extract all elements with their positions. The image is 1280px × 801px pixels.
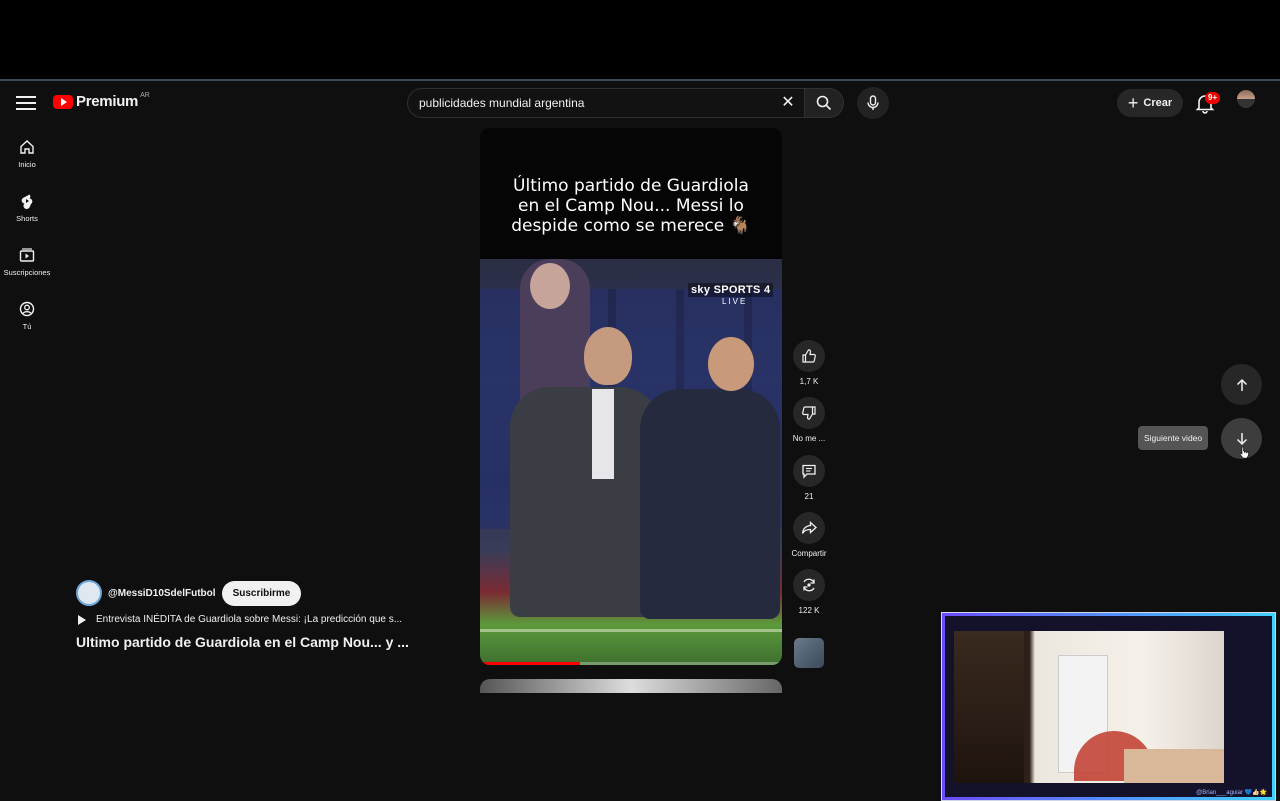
video-progress-bar[interactable] [480,662,782,665]
search-box: ✕ [407,88,805,118]
sidebar-item-label: Shorts [16,214,38,223]
share-label: Compartir [791,548,827,558]
plus-icon: + [1127,93,1139,113]
sidebar-item-home[interactable]: Inicio [0,129,54,183]
search-button[interactable] [804,88,844,118]
remix-count: 122 K [798,606,820,616]
remix-button[interactable] [793,569,825,602]
background-person-head [530,263,570,309]
video-caption-area: Último partido de Guardiola en el Camp N… [480,128,782,259]
dislike-label: No me ... [792,434,826,444]
caption-line: despide como se merece 🐐 [511,215,751,236]
clear-search-icon[interactable]: ✕ [780,95,796,111]
streamer-figure [954,631,1024,783]
short-title[interactable]: Ultimo partido de Guardiola en el Camp N… [76,634,409,650]
dislike-action: No me ... [786,397,832,454]
account-avatar[interactable] [1237,90,1255,108]
create-button[interactable]: + Crear [1117,89,1183,117]
related-video-title: Entrevista INÉDITA de Guardiola sobre Me… [96,614,403,625]
next-video-tooltip: Siguiente video [1138,426,1209,450]
screen-top-letterbox [0,0,1280,79]
subscriptions-icon [19,248,35,262]
channel-handle[interactable]: @MessiD10SdelFutbol [108,588,216,599]
sidebar-item-subscriptions[interactable]: Suscripciones [0,237,54,291]
webcam-feed [954,631,1224,783]
video-footage: sky SPORTS 4 LIVE [480,259,782,665]
subscribe-button[interactable]: Suscribirme [221,580,302,606]
video-progress-fill [480,662,580,665]
voice-search-button[interactable] [857,87,889,119]
caption-line: en el Camp Nou... Messi lo [518,195,744,216]
mini-guide: Inicio Shorts Suscripciones Tú [0,129,54,345]
arrow-down-icon [1236,432,1247,445]
sidebar-item-label: Tú [22,322,32,331]
sidebar-item-shorts[interactable]: Shorts [0,183,54,237]
create-label: Crear [1143,97,1173,109]
you-icon [19,301,35,317]
caption-line: Último partido de Guardiola [513,175,749,196]
like-button[interactable] [793,340,825,372]
shorts-icon [21,194,33,209]
share-action: Compartir [786,511,832,569]
related-video-link[interactable]: Entrevista INÉDITA de Guardiola sobre Me… [78,614,402,625]
broadcaster-live-label: LIVE [722,297,748,306]
next-short-preview[interactable] [480,679,782,693]
webcam-overlay: @Brian___aguiar 💙👍🏻🌟 [941,612,1276,801]
notification-count-badge: 9+ [1205,92,1221,104]
home-icon [20,140,34,154]
microphone-icon [867,95,879,110]
coach-figure [510,387,660,617]
webcam-handle: @Brian___aguiar 💙👍🏻🌟 [1196,790,1267,796]
remix-action: 122 K [786,569,832,626]
previous-video-button[interactable] [1221,364,1262,405]
short-video-player[interactable]: Último partido de Guardiola en el Camp N… [480,128,782,665]
youtube-logo-icon [53,94,73,109]
broadcaster-logo: sky SPORTS 4 [688,283,774,297]
like-count: 1,7 K [799,377,819,386]
logo-text: Premium [76,93,139,110]
arrow-up-icon [1236,378,1247,391]
channel-row: @MessiD10SdelFutbol Suscribirme [76,580,302,606]
coach-shirt [592,389,614,479]
comments-action: 21 [786,454,832,512]
youtube-app: Premium AR ✕ + Crear 9+ Inicio Sho [0,79,1280,801]
search-input[interactable] [419,89,769,117]
video-caption: Último partido de Guardiola en el Camp N… [511,176,751,236]
thumbs-down-icon [802,406,816,420]
coach-head [584,327,632,385]
dislike-button[interactable] [793,397,825,430]
youtube-premium-logo[interactable]: Premium AR [53,92,150,110]
menu-icon[interactable] [16,93,36,111]
audio-track-thumbnail[interactable] [794,638,824,668]
masthead: Premium AR ✕ + Crear 9+ [0,81,1280,125]
like-action: 1,7 K [786,340,832,397]
sidebar-item-label: Suscripciones [3,268,51,277]
search-icon [816,95,832,111]
mouse-pointer-icon [1240,446,1249,459]
thumbs-up-icon [802,349,816,363]
logo-country-code: AR [140,92,150,99]
sidebar-item-label: Inicio [18,160,36,169]
assistant-figure [640,389,780,619]
play-icon [78,614,86,625]
assistant-head [708,337,754,391]
channel-avatar[interactable] [76,580,102,606]
comments-button[interactable] [793,454,825,487]
sidebar-item-you[interactable]: Tú [0,291,54,345]
share-button[interactable] [793,511,825,544]
background-table [1124,749,1224,783]
comments-count: 21 [804,491,814,501]
short-action-bar: 1,7 K No me ... 21 Compartir 122 K [786,340,832,626]
comment-icon [802,464,816,479]
pitch-line [480,629,782,632]
share-icon [801,520,817,534]
remix-icon [803,578,815,592]
